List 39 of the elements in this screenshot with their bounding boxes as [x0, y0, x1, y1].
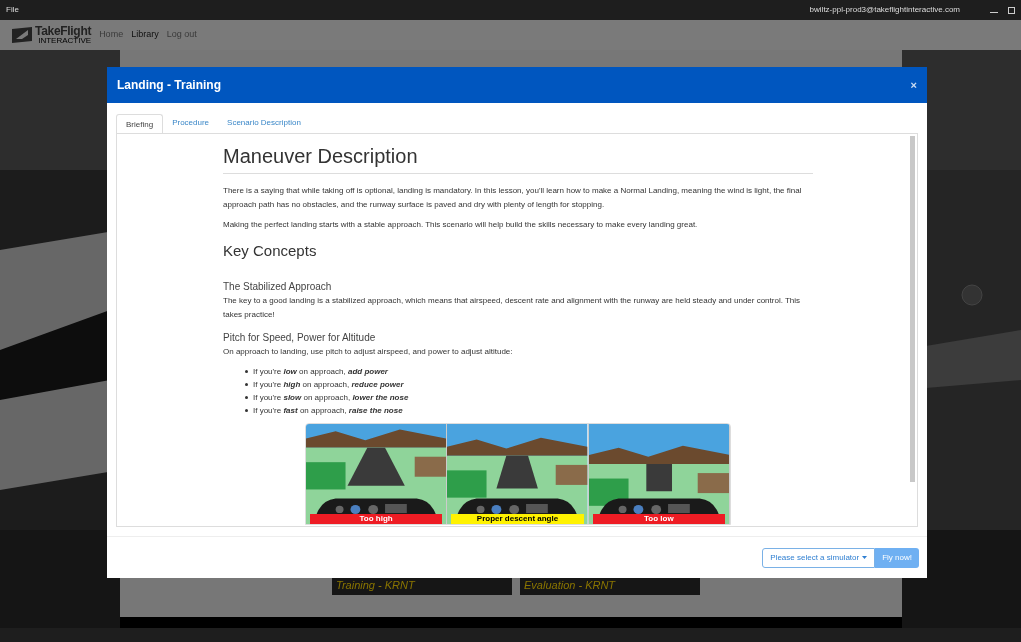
bullet-icon: [245, 408, 248, 412]
minimize-icon[interactable]: [990, 11, 998, 13]
scrollbar-thumb[interactable]: [910, 136, 915, 482]
tab[interactable]: Scenario Description: [218, 113, 310, 133]
tab[interactable]: Briefing: [116, 114, 164, 134]
list-item: If you're high on approach, reduce power: [253, 378, 404, 391]
card-title: Training - KRNT: [336, 577, 415, 593]
list-item: If you're fast on approach, raise the nose: [253, 404, 403, 417]
maximize-icon[interactable]: [1008, 6, 1015, 14]
paragraph: The key to a good landing is a stabilized approach, which means that airspeed, descent rate and alignment with the runway are held steady and under control. This takes practice!: [223, 294, 802, 321]
concept-title: The Stabilized Approach: [223, 279, 333, 294]
list-item: If you're low on approach, add power: [253, 365, 388, 378]
menu-item[interactable]: File: [6, 4, 19, 16]
section-heading: Key Concepts: [223, 241, 318, 261]
nav-link[interactable]: Library: [131, 28, 159, 42]
fly-button[interactable]: Fly now!: [875, 547, 919, 568]
section-heading: Maneuver Description: [223, 144, 813, 174]
logo-text: TakeFlight: [35, 25, 92, 37]
user-email: bwiltz-ppl-prod3@takeflightinteractive.com: [809, 4, 960, 16]
caption-text: Too low: [644, 514, 674, 523]
logo-subtitle: INTERACTIVE: [38, 37, 92, 45]
concept-title: Pitch for Speed, Power for Altitude: [223, 330, 377, 345]
close-button[interactable]: ×: [910, 79, 917, 91]
logo-icon: [12, 27, 32, 43]
caret-icon: [862, 556, 868, 559]
caption-text: Too high: [359, 514, 393, 523]
tab[interactable]: Procedure: [163, 113, 219, 133]
simulator-dropdown[interactable]: Please select a simulator: [762, 547, 876, 568]
bullet-icon: [245, 395, 248, 399]
bullet-icon: [245, 382, 248, 386]
caption-text: Proper descent angle: [476, 514, 559, 523]
paragraph: Making the perfect landing starts with a stable approach. This scenario will help build the skills necessary to make every landing great.: [223, 219, 699, 231]
nav-link[interactable]: Home: [99, 28, 124, 42]
paragraph: There is a saying that while taking off is optional, landing is mandatory. In this lesson, you'll learn how to make a Normal Landing, meaning the wind is light, the final approach path has no obstacles, and the runway surface is paved and dry with plenty of length for stopping.: [223, 185, 803, 211]
paragraph: On approach to landing, use pitch to adjust airspeed, and power to adjust altitude:: [223, 345, 514, 358]
bullet-icon: [245, 369, 248, 373]
card-title: Evaluation - KRNT: [524, 577, 616, 593]
list-item: If you're slow on approach, lower the nose: [253, 391, 409, 404]
modal-title: Landing - Training: [117, 77, 221, 94]
